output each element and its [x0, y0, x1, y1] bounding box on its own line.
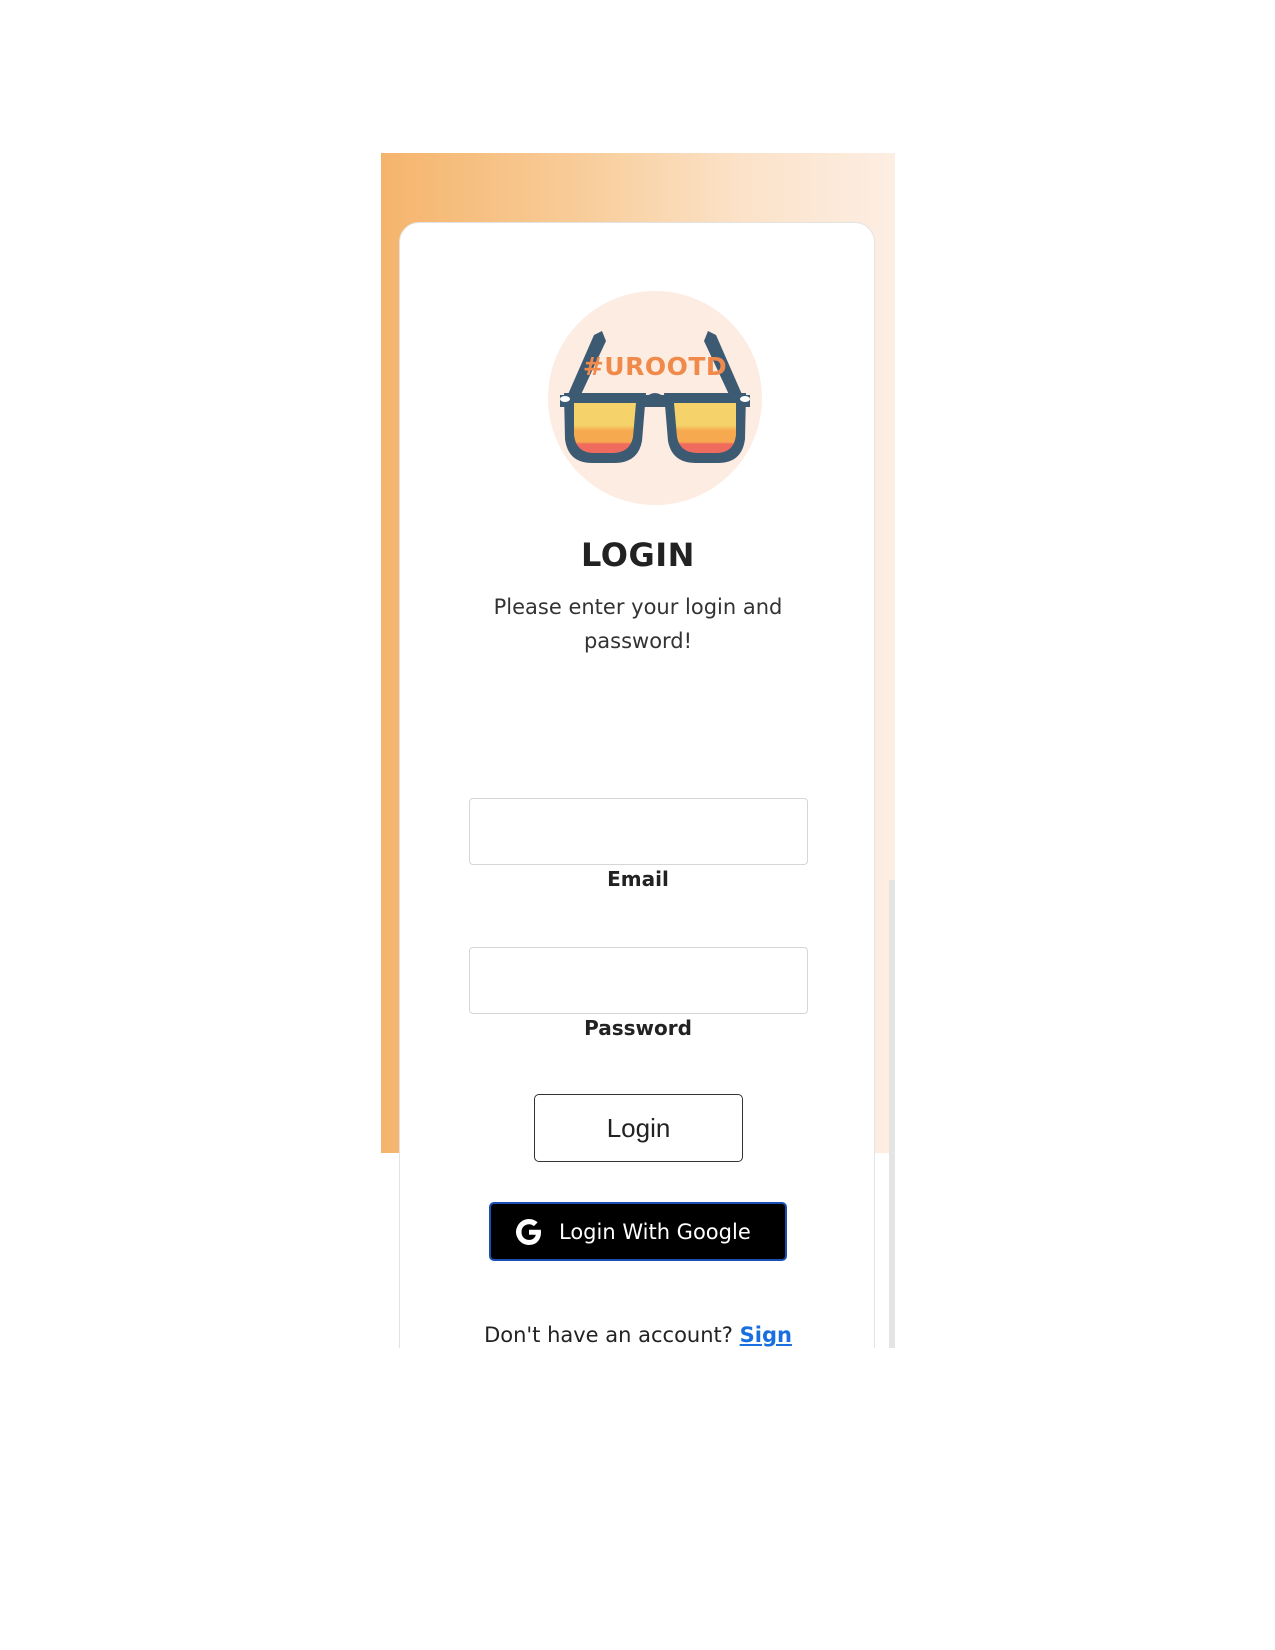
email-field[interactable]	[469, 798, 808, 865]
password-label: Password	[584, 1016, 692, 1040]
login-button-label: Login	[606, 1112, 671, 1143]
signup-prompt: Don't have an account? Sign Up	[468, 1318, 808, 1348]
signup-question: Don't have an account?	[484, 1323, 733, 1347]
email-label: Email	[607, 867, 669, 891]
scrollbar-track[interactable]	[889, 880, 895, 1348]
google-login-label: Login With Google	[559, 1219, 751, 1244]
logo-text: #UROOTD	[583, 352, 727, 381]
google-g-icon	[513, 1216, 545, 1248]
google-login-button[interactable]: Login With Google	[489, 1202, 787, 1261]
page-title: LOGIN	[581, 536, 695, 574]
brand-logo: #UROOTD	[548, 291, 762, 505]
page-subtitle: Please enter your login and password!	[493, 595, 783, 653]
login-viewport: #UROOTD LOGIN Please enter your login an…	[381, 153, 895, 1348]
password-field[interactable]	[469, 947, 808, 1014]
login-card: #UROOTD LOGIN Please enter your login an…	[399, 222, 875, 1348]
sunglasses-logo-icon: #UROOTD	[548, 291, 762, 505]
login-button[interactable]: Login	[534, 1094, 743, 1162]
